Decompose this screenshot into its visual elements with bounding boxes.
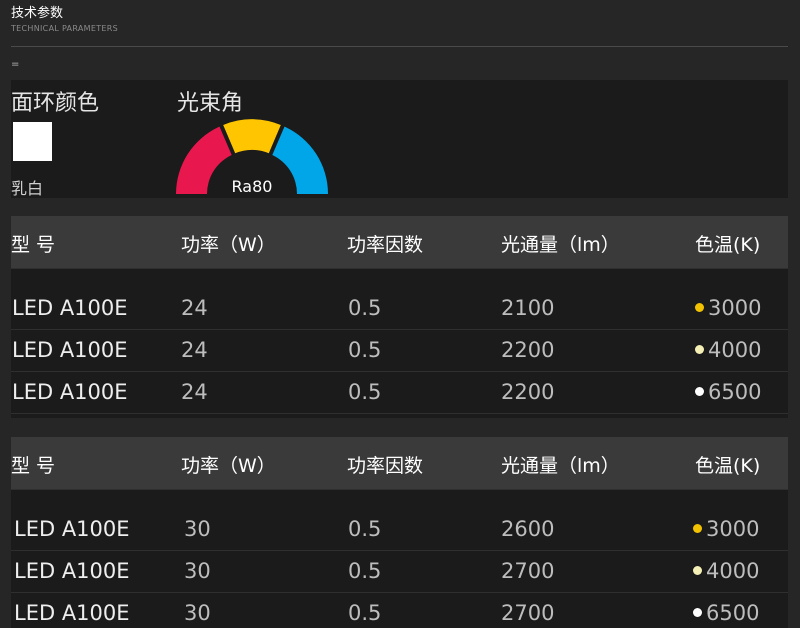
cct-dot-icon [693,607,702,617]
header-power: 功率（W） [181,455,276,477]
cell-cct: 3000 [693,517,759,541]
cell-power-factor: 0.5 [348,559,382,583]
beam-angle-gauge-icon: Ra80 [176,119,328,196]
cell-flux: 2700 [501,559,555,583]
cell-power: 24 [181,296,208,320]
header-power: 功率（W） [181,234,276,256]
header-cct: 色温(K) [695,455,761,477]
table-body: LED A100E 30 0.5 2600 3000 LED A100E 30 … [11,489,788,628]
header-cct: 色温(K) [695,234,761,256]
cell-power: 30 [184,601,211,625]
cell-flux: 2200 [501,338,555,362]
cell-model: LED A100E [14,601,130,625]
cell-model: LED A100E [12,296,128,320]
cell-model: LED A100E [14,559,130,583]
cell-model: LED A100E [12,380,128,404]
cct-dot-icon [695,302,704,312]
section-title: 技术参数 [11,6,64,21]
header-power-factor: 功率因数 [347,455,424,477]
cell-power: 24 [181,338,208,362]
cell-power-factor: 0.5 [348,296,382,320]
cct-dot-icon [693,565,702,575]
separator-mark: = [11,59,20,70]
header-flux: 光通量（lm） [501,234,620,256]
spec-table-1: 型 号 功率（W） 功率因数 光通量（lm） 色温(K) LED A100E 2… [11,216,788,418]
cell-model: LED A100E [12,338,128,362]
cct-dot-icon [695,344,704,354]
section-subtitle: TECHNICAL PARAMETERS [11,24,118,33]
table-body: LED A100E 24 0.5 2100 3000 LED A100E 24 … [11,268,788,418]
gauge-segment-middle [223,119,281,154]
gauge-segment-left [176,126,232,194]
gauge-ra-text: Ra80 [232,177,273,196]
header-divider [11,46,788,47]
section-header: 技术参数 TECHNICAL PARAMETERS [11,6,118,33]
cell-power-factor: 0.5 [348,601,382,625]
feature-panel: 面环颜色 乳白 光束角 Ra80 [11,80,788,198]
cell-power: 30 [184,559,211,583]
cell-power: 30 [184,517,211,541]
cell-power-factor: 0.5 [348,380,382,404]
header-power-factor: 功率因数 [347,234,424,256]
cell-cct: 4000 [693,559,759,583]
beam-angle-label: 光束角 [177,91,244,116]
cell-model: LED A100E [14,517,130,541]
surface-color-label: 面环颜色 [11,91,100,116]
surface-color-name: 乳白 [11,179,44,198]
cell-power-factor: 0.5 [348,517,382,541]
surface-color-swatch [13,122,52,161]
cell-flux: 2700 [501,601,555,625]
cell-cct: 4000 [695,338,761,362]
cct-dot-icon [695,386,704,396]
cell-power: 24 [181,380,208,404]
header-model: 型 号 [11,455,56,477]
gauge-segment-right [272,126,328,194]
spec-table-2: 型 号 功率（W） 功率因数 光通量（lm） 色温(K) LED A100E 3… [11,437,788,628]
cell-flux: 2100 [501,296,555,320]
cell-power-factor: 0.5 [348,338,382,362]
header-flux: 光通量（lm） [501,455,620,477]
table-header: 型 号 功率（W） 功率因数 光通量（lm） 色温(K) [11,437,788,489]
header-model: 型 号 [11,234,56,256]
table-header: 型 号 功率（W） 功率因数 光通量（lm） 色温(K) [11,216,788,268]
cell-cct: 3000 [695,296,761,320]
cell-cct: 6500 [695,380,761,404]
cell-flux: 2600 [501,517,555,541]
cell-cct: 6500 [693,601,759,625]
cell-flux: 2200 [501,380,555,404]
cct-dot-icon [693,523,702,533]
